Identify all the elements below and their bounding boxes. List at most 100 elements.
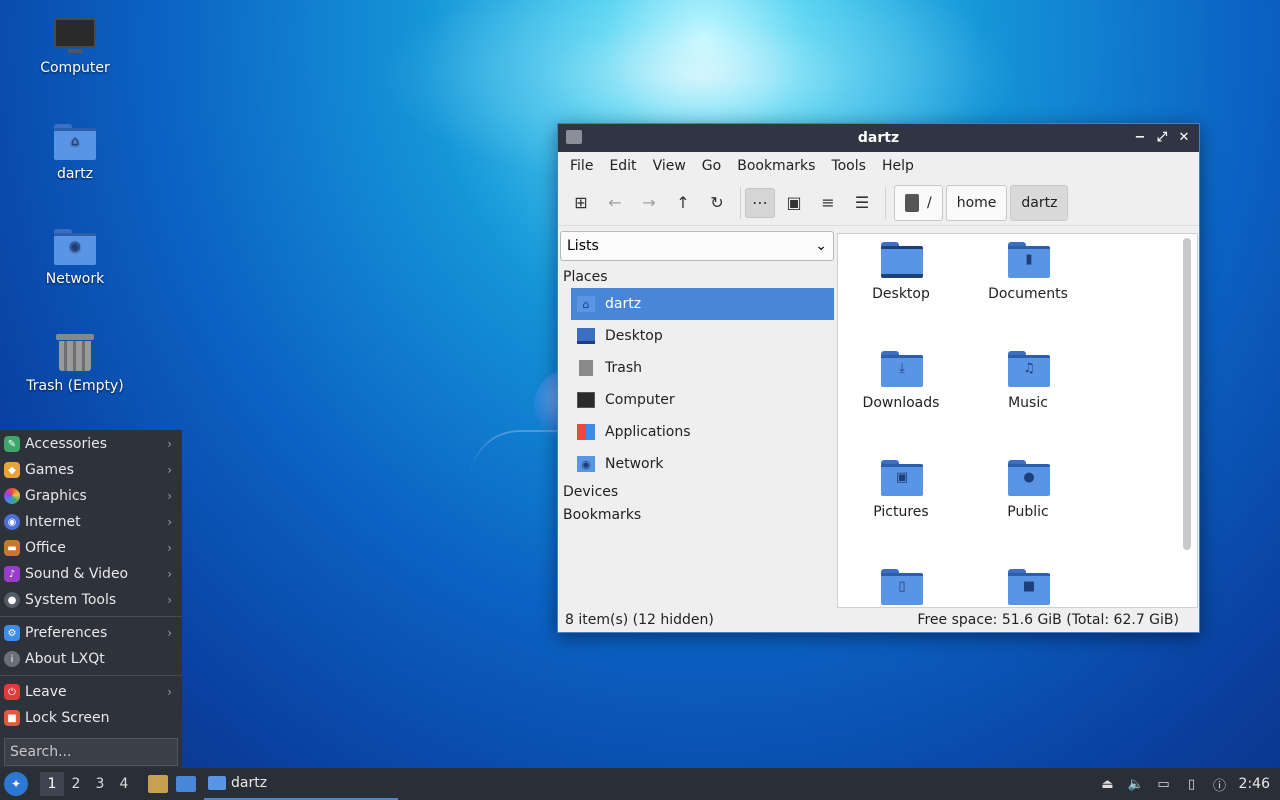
network-folder-icon: ◉ [54,229,96,265]
crumb-home[interactable]: home [945,184,1008,221]
lock-icon: ■ [4,710,20,726]
menu-help[interactable]: Help [874,158,922,174]
file-item-public[interactable]: ● Public [973,460,1083,520]
side-pane: Lists ⌄ Places ⌂ dartz Desktop Trash Com… [560,231,834,608]
window-titlebar[interactable]: dartz − ⤢ ✕ [558,124,1199,152]
side-pane-mode-select[interactable]: Lists ⌄ [560,231,834,261]
clipboard-icon[interactable]: ▯ [1183,775,1201,793]
back-arrow-icon[interactable]: ← [600,188,630,218]
file-item-desktop[interactable]: Desktop [846,242,956,302]
menu-office[interactable]: ▬ Office › [0,535,182,561]
crumb-dartz[interactable]: dartz [1010,184,1069,221]
app-menu-button[interactable]: ✦ [4,772,28,796]
section-places[interactable]: Places [560,265,834,288]
menu-internet[interactable]: ◉ Internet › [0,509,182,535]
icon-view-icon[interactable]: ⋯ [745,187,775,218]
templates-folder-icon: ▯ [881,569,923,605]
menu-system-tools[interactable]: ● System Tools › [0,587,182,613]
desktop-switch-4[interactable]: 4 [112,776,136,792]
detailed-list-view-icon[interactable]: ☰ [847,188,877,218]
section-devices[interactable]: Devices [560,480,834,503]
compact-view-icon[interactable]: ≡ [813,188,843,218]
menu-file[interactable]: File [562,158,601,174]
file-item-pictures[interactable]: ▣ Pictures [846,460,956,520]
file-item-templates[interactable]: ▯ [846,569,956,607]
internet-icon: ◉ [4,514,20,530]
up-arrow-icon[interactable]: ↑ [668,188,698,218]
maximize-button[interactable]: ⤢ [1153,128,1171,146]
documents-folder-icon: ▮ [1008,242,1050,278]
place-network[interactable]: ◉ Network [571,448,834,480]
start-menu: ✎ Accessories › ◆ Games › Graphics › ◉ Inte… [0,430,182,768]
toolbar-separator [740,186,741,219]
menu-lock-screen[interactable]: ■ Lock Screen [0,705,182,731]
place-trash[interactable]: Trash [571,352,834,384]
desktop-icon-computer[interactable]: Computer [15,18,135,76]
menu-games[interactable]: ◆ Games › [0,457,182,483]
desktop-icon-network[interactable]: ◉ Network [15,229,135,287]
home-folder-icon: ⌂ [54,124,96,160]
desktop-icon-label: dartz [56,166,94,182]
menu-leave[interactable]: ⏻ Leave › [0,679,182,705]
desktop-switch-2[interactable]: 2 [64,776,88,792]
clock[interactable]: 2:46 [1239,776,1270,792]
new-tab-icon[interactable]: ⊞ [566,188,596,218]
place-applications[interactable]: Applications [571,416,834,448]
crumb-root[interactable]: / [894,184,943,221]
window-title: dartz [857,130,900,146]
file-item-music[interactable]: ♫ Music [973,351,1083,411]
info-icon: i [4,651,20,667]
minimize-button[interactable]: − [1131,128,1149,146]
trash-icon [56,332,94,372]
file-view-scrollbar[interactable] [1183,238,1191,550]
eject-icon[interactable]: ⏏ [1099,775,1117,793]
taskbar-task-dartz[interactable]: dartz [204,768,398,800]
menu-search-input[interactable]: Search... [4,738,178,766]
menu-bookmarks[interactable]: Bookmarks [729,158,823,174]
network-icon: ◉ [577,456,595,472]
desktop-icon-label: Computer [40,60,110,76]
file-item-downloads[interactable]: ⤓ Downloads [846,351,956,411]
volume-icon[interactable]: 🔈 [1127,775,1145,793]
place-dartz[interactable]: ⌂ dartz [571,288,834,320]
menu-graphics[interactable]: Graphics › [0,483,182,509]
taskbar: ✦ 1 2 3 4 dartz ⏏ 🔈 ▭ ▯ ⓘ 2:46 [0,768,1280,800]
notification-icon[interactable]: ⓘ [1211,775,1229,794]
show-desktop-icon[interactable] [176,776,196,792]
chevron-right-icon: › [167,541,172,555]
desktop-switch-3[interactable]: 3 [88,776,112,792]
home-icon: ⌂ [577,296,595,312]
network-status-icon[interactable]: ▭ [1155,775,1173,793]
place-computer[interactable]: Computer [571,384,834,416]
file-manager-launcher-icon[interactable] [148,775,168,793]
pictures-folder-icon: ▣ [881,460,923,496]
chevron-right-icon: › [167,685,172,699]
file-view[interactable]: Desktop ▮ Documents ⤓ Downloads ♫ Music … [837,233,1198,608]
desktop-icon-dartz[interactable]: ⌂ dartz [15,124,135,182]
menu-tools[interactable]: Tools [823,158,874,174]
desktop-switch-1[interactable]: 1 [40,772,64,796]
thumbnail-view-icon[interactable]: ▣ [779,188,809,218]
close-button[interactable]: ✕ [1175,128,1193,146]
chevron-right-icon: › [167,593,172,607]
menu-accessories[interactable]: ✎ Accessories › [0,431,182,457]
reload-icon[interactable]: ↻ [702,188,732,218]
menu-preferences[interactable]: ⚙ Preferences › [0,620,182,646]
desktop-icon-label: Trash (Empty) [26,378,124,394]
place-desktop[interactable]: Desktop [571,320,834,352]
menu-edit[interactable]: Edit [601,158,644,174]
menu-about-lxqt[interactable]: i About LXQt [0,646,182,672]
file-manager-window[interactable]: dartz − ⤢ ✕ File Edit View Go Bookmarks … [557,123,1200,633]
file-item-documents[interactable]: ▮ Documents [973,242,1083,302]
applications-icon [577,424,595,440]
file-item-videos[interactable]: ■ [973,569,1083,607]
menu-go[interactable]: Go [694,158,729,174]
public-folder-icon: ● [1008,460,1050,496]
desktop-icon-trash[interactable]: Trash (Empty) [15,332,135,394]
sound-video-icon: ♪ [4,566,20,582]
section-bookmarks[interactable]: Bookmarks [560,503,834,526]
menu-view[interactable]: View [645,158,694,174]
toolbar-separator [885,186,886,219]
forward-arrow-icon[interactable]: → [634,188,664,218]
menu-sound-video[interactable]: ♪ Sound & Video › [0,561,182,587]
